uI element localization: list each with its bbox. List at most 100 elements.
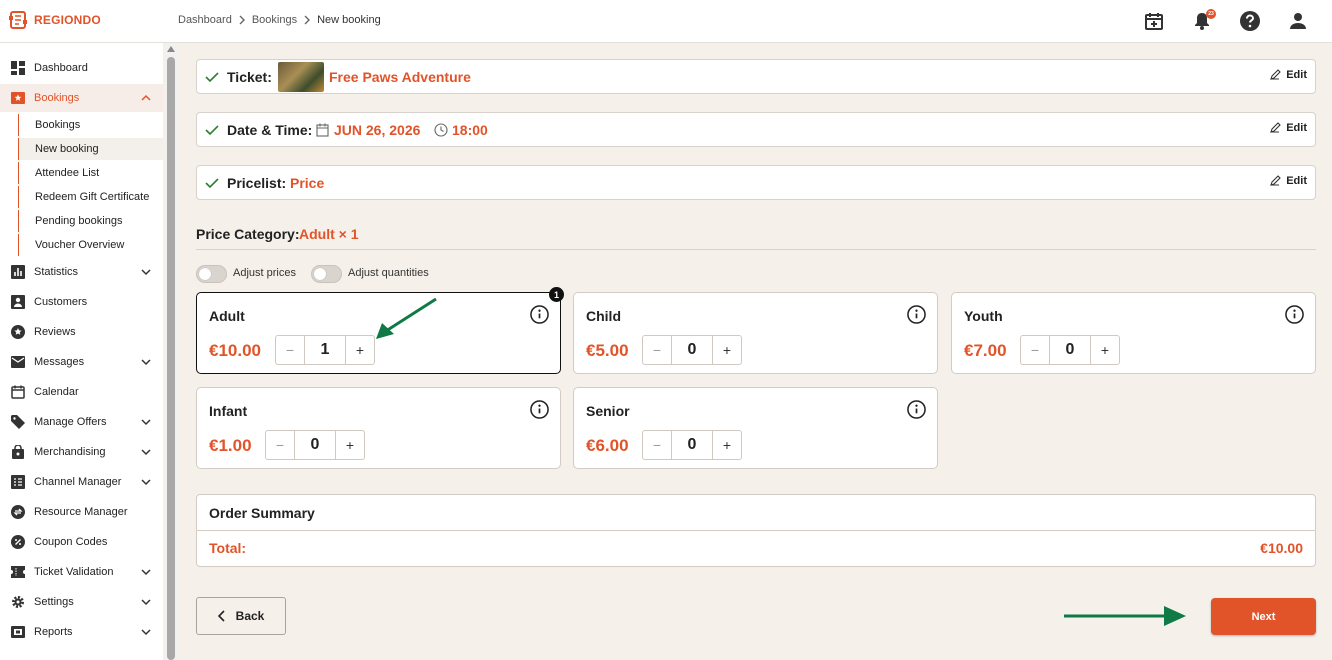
sidebar-item-label: Bookings [34, 92, 80, 104]
breadcrumb: Dashboard Bookings New booking [178, 14, 381, 26]
price-card-child[interactable]: Child €5.00 − 0 + [573, 292, 938, 374]
quantity-value[interactable]: 1 [305, 336, 345, 364]
price-card-senior[interactable]: Senior €6.00 − 0 + [573, 387, 938, 469]
pricelist-step: Pricelist: Price Edit [196, 165, 1316, 200]
sidebar-sub-redeem-gift[interactable]: Redeem Gift Certificate [18, 186, 163, 208]
chevron-down-icon [141, 569, 151, 576]
chevron-down-icon [141, 419, 151, 426]
sidebar-item-manage-offers[interactable]: Manage Offers [0, 408, 163, 436]
sidebar-sub-pending[interactable]: Pending bookings [18, 210, 163, 232]
back-button[interactable]: Back [196, 597, 286, 635]
sidebar-item-channel-manager[interactable]: Channel Manager [0, 468, 163, 496]
info-icon[interactable] [1285, 305, 1304, 324]
sidebar-item-calendar[interactable]: Calendar [0, 378, 163, 406]
info-icon[interactable] [907, 400, 926, 419]
sidebar-item-label: Ticket Validation [34, 566, 114, 578]
sidebar-item-merchandising[interactable]: Merchandising [0, 438, 163, 466]
dashboard-icon [11, 61, 25, 75]
breadcrumb-dashboard[interactable]: Dashboard [178, 14, 232, 26]
sidebar-item-bookings[interactable]: Bookings [0, 84, 163, 112]
main-content: Ticket: Free Paws Adventure Edit Date & … [184, 43, 1332, 660]
sidebar-item-dashboard[interactable]: Dashboard [0, 54, 163, 82]
decrement-button[interactable]: − [643, 431, 672, 459]
sidebar-item-coupon-codes[interactable]: Coupon Codes [0, 528, 163, 556]
help-icon[interactable] [1239, 10, 1261, 32]
adjust-prices-label: Adjust prices [233, 267, 296, 279]
info-icon[interactable] [530, 305, 549, 324]
bell-icon[interactable]: 23 [1191, 9, 1216, 32]
quantity-value[interactable]: 0 [295, 431, 335, 459]
adjust-quantities-label: Adjust quantities [348, 267, 429, 279]
increment-button[interactable]: + [335, 431, 364, 459]
edit-pricelist-button[interactable]: Edit [1269, 175, 1307, 187]
quantity-stepper: − 1 + [275, 335, 375, 365]
divider [197, 530, 1315, 531]
quantity-value[interactable]: 0 [672, 431, 712, 459]
quantity-value[interactable]: 0 [1050, 336, 1090, 364]
adjust-quantities-toggle[interactable] [311, 265, 342, 283]
chevron-down-icon [141, 629, 151, 636]
edit-datetime-button[interactable]: Edit [1269, 122, 1307, 134]
increment-button[interactable]: + [1090, 336, 1119, 364]
decrement-button[interactable]: − [1021, 336, 1050, 364]
price-card-infant[interactable]: Infant €1.00 − 0 + [196, 387, 561, 469]
decrement-button[interactable]: − [266, 431, 295, 459]
info-icon[interactable] [907, 305, 926, 324]
sidebar-item-label: Settings [34, 596, 74, 608]
sidebar-sub-bookings[interactable]: Bookings [18, 114, 163, 136]
decrement-button[interactable]: − [643, 336, 672, 364]
sidebar-sub-voucher[interactable]: Voucher Overview [18, 234, 163, 256]
sidebar-item-reviews[interactable]: Reviews [0, 318, 163, 346]
increment-button[interactable]: + [712, 336, 741, 364]
sidebar-item-settings[interactable]: Settings [0, 588, 163, 616]
quantity-stepper: − 0 + [642, 335, 742, 365]
sidebar-sub-new-booking[interactable]: New booking [18, 138, 163, 160]
sidebar-scrollbar[interactable] [165, 43, 177, 660]
sidebar-item-statistics[interactable]: Statistics [0, 258, 163, 286]
sidebar-item-ticket-validation[interactable]: Ticket Validation [0, 558, 163, 586]
sidebar-item-resource-manager[interactable]: Resource Manager [0, 498, 163, 526]
scroll-up-arrow-icon[interactable] [167, 46, 175, 52]
next-button[interactable]: Next [1211, 598, 1316, 635]
adjust-prices-toggle[interactable] [196, 265, 227, 283]
sidebar-item-label: Merchandising [34, 446, 106, 458]
user-icon[interactable] [1287, 10, 1309, 32]
category-name: Senior [586, 403, 630, 419]
selected-count-badge: 1 [549, 287, 564, 302]
back-label: Back [235, 609, 265, 623]
total-label: Total: [209, 540, 247, 556]
bookings-icon [11, 91, 25, 105]
increment-button[interactable]: + [345, 336, 374, 364]
edit-label: Edit [1286, 175, 1307, 187]
price-category-label: Price Category: [196, 226, 300, 242]
decrement-button[interactable]: − [276, 336, 305, 364]
top-bar: REGIONDO Dashboard Bookings New booking … [0, 0, 1332, 43]
chevron-right-icon [239, 15, 245, 25]
brand-logo[interactable]: REGIONDO [8, 9, 101, 31]
info-icon[interactable] [530, 400, 549, 419]
calendar-icon [316, 123, 329, 137]
sidebar-item-label: Customers [34, 296, 88, 308]
category-name: Adult [209, 308, 245, 324]
price-card-youth[interactable]: Youth €7.00 − 0 + [951, 292, 1316, 374]
sidebar-item-messages[interactable]: Messages [0, 348, 163, 376]
sidebar-item-customers[interactable]: Customers [0, 288, 163, 316]
scrollbar-thumb[interactable] [167, 57, 175, 660]
quantity-stepper: − 0 + [642, 430, 742, 460]
ticket-thumbnail [278, 62, 324, 92]
notification-count: 23 [1206, 9, 1216, 19]
calendar-plus-icon[interactable] [1143, 10, 1165, 32]
check-icon [205, 178, 219, 189]
resource-icon [11, 505, 25, 519]
quantity-value[interactable]: 0 [672, 336, 712, 364]
time-value: 18:00 [452, 121, 488, 138]
sidebar-item-label: Coupon Codes [34, 536, 108, 548]
breadcrumb-bookings[interactable]: Bookings [252, 14, 297, 26]
sidebar-item-reports[interactable]: Reports [0, 618, 163, 646]
sidebar-sub-attendee-list[interactable]: Attendee List [18, 162, 163, 184]
increment-button[interactable]: + [712, 431, 741, 459]
tag-icon [11, 415, 25, 429]
chevron-down-icon [141, 599, 151, 606]
edit-ticket-button[interactable]: Edit [1269, 69, 1307, 81]
gear-icon [11, 595, 25, 609]
